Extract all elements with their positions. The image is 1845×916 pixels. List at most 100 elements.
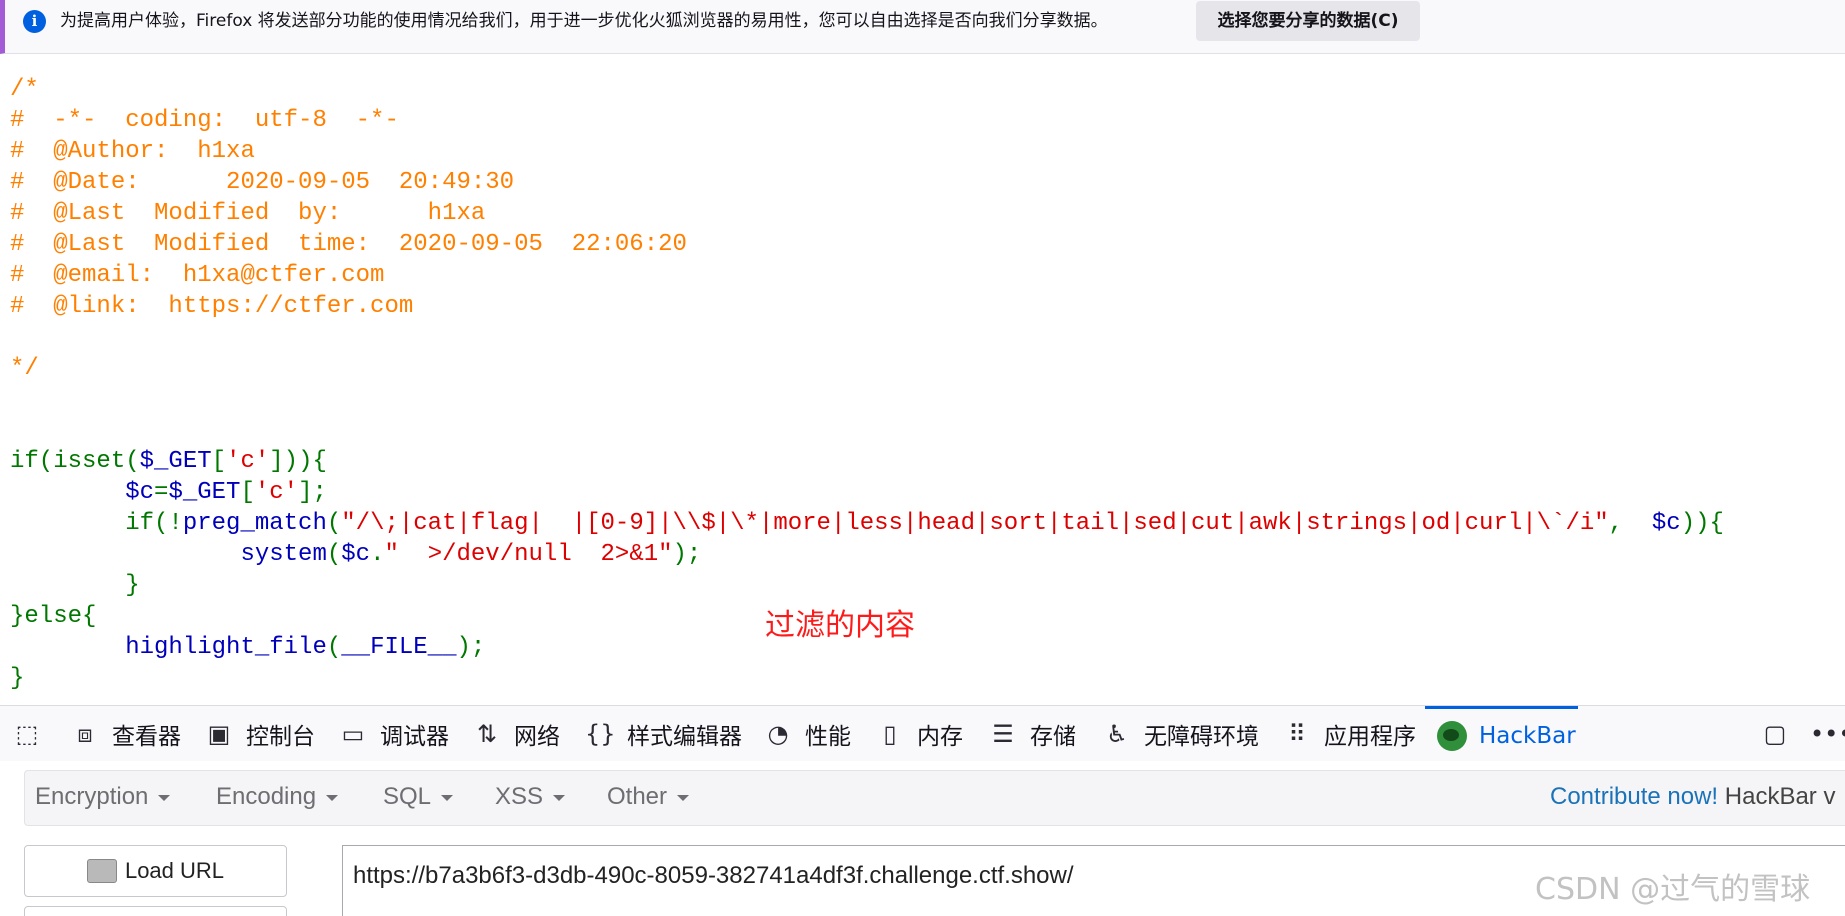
code-line: /* bbox=[10, 74, 1830, 105]
performance-icon: ◔ bbox=[767, 720, 789, 748]
tab-inspector[interactable]: ⧈ 查看器 bbox=[70, 706, 181, 762]
info-icon: i bbox=[23, 10, 46, 33]
menu-xss[interactable]: XSS bbox=[495, 783, 566, 811]
code-token: ( bbox=[326, 634, 342, 661]
code-token: } bbox=[10, 665, 25, 692]
tab-label: HackBar bbox=[1479, 722, 1576, 749]
devtools-toolbar: ⬚ ⧈ 查看器 ▣ 控制台 ▭ 调试器 ⇅ 网络 {} 样式编辑器 ◔ 性能 ▯… bbox=[0, 705, 1845, 761]
notification-message: 为提高用户体验，Firefox 将发送部分功能的使用情况给我们，用于进一步优化火… bbox=[60, 11, 1108, 31]
code-line: highlight_file(__FILE__); bbox=[10, 632, 1830, 663]
choose-data-share-button[interactable]: 选择您要分享的数据(C) bbox=[1196, 1, 1420, 41]
code-line: */ bbox=[10, 353, 1830, 384]
menu-label: Other bbox=[607, 783, 668, 810]
code-token: }else{ bbox=[10, 603, 97, 630]
tab-performance[interactable]: ◔ 性能 bbox=[763, 706, 851, 762]
code-token: "/\;|cat|flag| |[0-9]|\\$|\*|more|less|h… bbox=[341, 510, 1609, 537]
code-token: __FILE__ bbox=[341, 634, 457, 661]
accessibility-icon: ♿ bbox=[1106, 720, 1128, 748]
code-line: } bbox=[10, 663, 1830, 694]
load-url-icon bbox=[86, 859, 117, 883]
tab-label: 样式编辑器 bbox=[627, 724, 742, 750]
code-token: " >/dev/null 2>&1" bbox=[384, 541, 673, 568]
menu-label: Encoding bbox=[216, 783, 317, 810]
code-token: # @Author: h1xa bbox=[10, 138, 255, 165]
chevron-down-icon bbox=[158, 794, 171, 801]
memory-icon: ▯ bbox=[883, 720, 897, 748]
code-token: [ bbox=[240, 479, 255, 506]
code-token: if(isset( bbox=[10, 448, 140, 475]
menu-encryption[interactable]: Encryption bbox=[35, 783, 171, 811]
code-token: if(! bbox=[10, 510, 183, 537]
chevron-down-icon bbox=[441, 794, 454, 801]
notification-bar: i 为提高用户体验，Firefox 将发送部分功能的使用情况给我们，用于进一步优… bbox=[0, 0, 1845, 54]
tab-hackbar[interactable]: HackBar bbox=[1425, 706, 1578, 762]
chevron-down-icon bbox=[553, 794, 566, 801]
code-token: highlight_file bbox=[125, 634, 327, 661]
code-line: # @Last Modified by: h1xa bbox=[10, 198, 1830, 229]
split-url-button[interactable] bbox=[24, 906, 287, 916]
code-token: ])){ bbox=[269, 448, 327, 475]
php-source-code: /* # -*- coding: utf-8 -*- # @Author: h1xa… bbox=[10, 74, 1830, 694]
tab-console[interactable]: ▣ 控制台 bbox=[204, 706, 315, 762]
tab-element-picker[interactable]: ⬚ bbox=[12, 706, 42, 762]
console-icon: ▣ bbox=[207, 720, 231, 748]
menu-other[interactable]: Other bbox=[607, 783, 690, 811]
tab-storage[interactable]: ☰ 存储 bbox=[988, 706, 1076, 762]
tab-debugger[interactable]: ▭ 调试器 bbox=[338, 706, 449, 762]
code-token: $c bbox=[341, 541, 371, 568]
more-options-button[interactable]: ••• bbox=[1810, 706, 1845, 762]
code-token: ]; bbox=[298, 479, 327, 506]
tab-network[interactable]: ⇅ 网络 bbox=[472, 706, 560, 762]
inspector-icon: ⧈ bbox=[77, 720, 93, 748]
tab-label: 应用程序 bbox=[1324, 724, 1416, 750]
responsive-mode-button[interactable]: ▢ bbox=[1760, 706, 1790, 762]
tab-application[interactable]: ⠿ 应用程序 bbox=[1282, 706, 1416, 762]
tab-label: 网络 bbox=[514, 724, 560, 750]
code-token: 'c' bbox=[254, 479, 299, 506]
menu-encoding[interactable]: Encoding bbox=[216, 783, 339, 811]
code-token: } bbox=[10, 572, 140, 599]
code-line: # -*- coding: utf-8 -*- bbox=[10, 105, 1830, 136]
tab-label: 调试器 bbox=[380, 724, 449, 750]
load-url-button[interactable]: Load URL bbox=[24, 845, 287, 897]
code-token: # @link: https://ctfer.com bbox=[10, 293, 414, 320]
load-url-label: Load URL bbox=[124, 858, 225, 883]
menu-sql[interactable]: SQL bbox=[383, 783, 454, 811]
menu-label: Encryption bbox=[35, 783, 149, 810]
code-line: if(isset($_GET['c'])){ bbox=[10, 446, 1830, 477]
tab-style-editor[interactable]: {} 样式编辑器 bbox=[585, 706, 742, 762]
watermark: CSDN @过气的雪球 bbox=[1535, 872, 1811, 907]
menu-label: SQL bbox=[383, 783, 432, 810]
code-token: $_GET bbox=[139, 448, 212, 475]
code-token: ( bbox=[326, 510, 342, 537]
code-token: ( bbox=[326, 541, 342, 568]
contribute-link[interactable]: Contribute now! bbox=[1550, 783, 1718, 810]
code-token: . bbox=[370, 541, 385, 568]
application-icon: ⠿ bbox=[1288, 720, 1306, 748]
hackbar-version: HackBar v bbox=[1724, 783, 1836, 810]
code-token: # @email: h1xa@ctfer.com bbox=[10, 262, 385, 289]
code-line: }else{ bbox=[10, 601, 1830, 632]
code-token: system bbox=[240, 541, 327, 568]
tab-label: 性能 bbox=[805, 724, 851, 750]
tab-label: 存储 bbox=[1030, 724, 1076, 750]
debugger-icon: ▭ bbox=[341, 720, 365, 748]
more-icon: ••• bbox=[1810, 720, 1845, 748]
tab-accessibility[interactable]: ♿ 无障碍环境 bbox=[1102, 706, 1259, 762]
chevron-down-icon bbox=[677, 794, 690, 801]
tab-label: 查看器 bbox=[112, 724, 181, 750]
storage-icon: ☰ bbox=[992, 720, 1014, 748]
code-token: ); bbox=[456, 634, 486, 661]
tab-memory[interactable]: ▯ 内存 bbox=[875, 706, 963, 762]
tab-label: 内存 bbox=[917, 724, 963, 750]
code-token: $c bbox=[1651, 510, 1681, 537]
code-line: } bbox=[10, 570, 1830, 601]
picker-icon: ⬚ bbox=[15, 720, 39, 748]
code-token: # @Date: 2020-09-05 20:49:30 bbox=[10, 169, 515, 196]
code-token: $c bbox=[125, 479, 155, 506]
code-token: */ bbox=[10, 355, 39, 382]
